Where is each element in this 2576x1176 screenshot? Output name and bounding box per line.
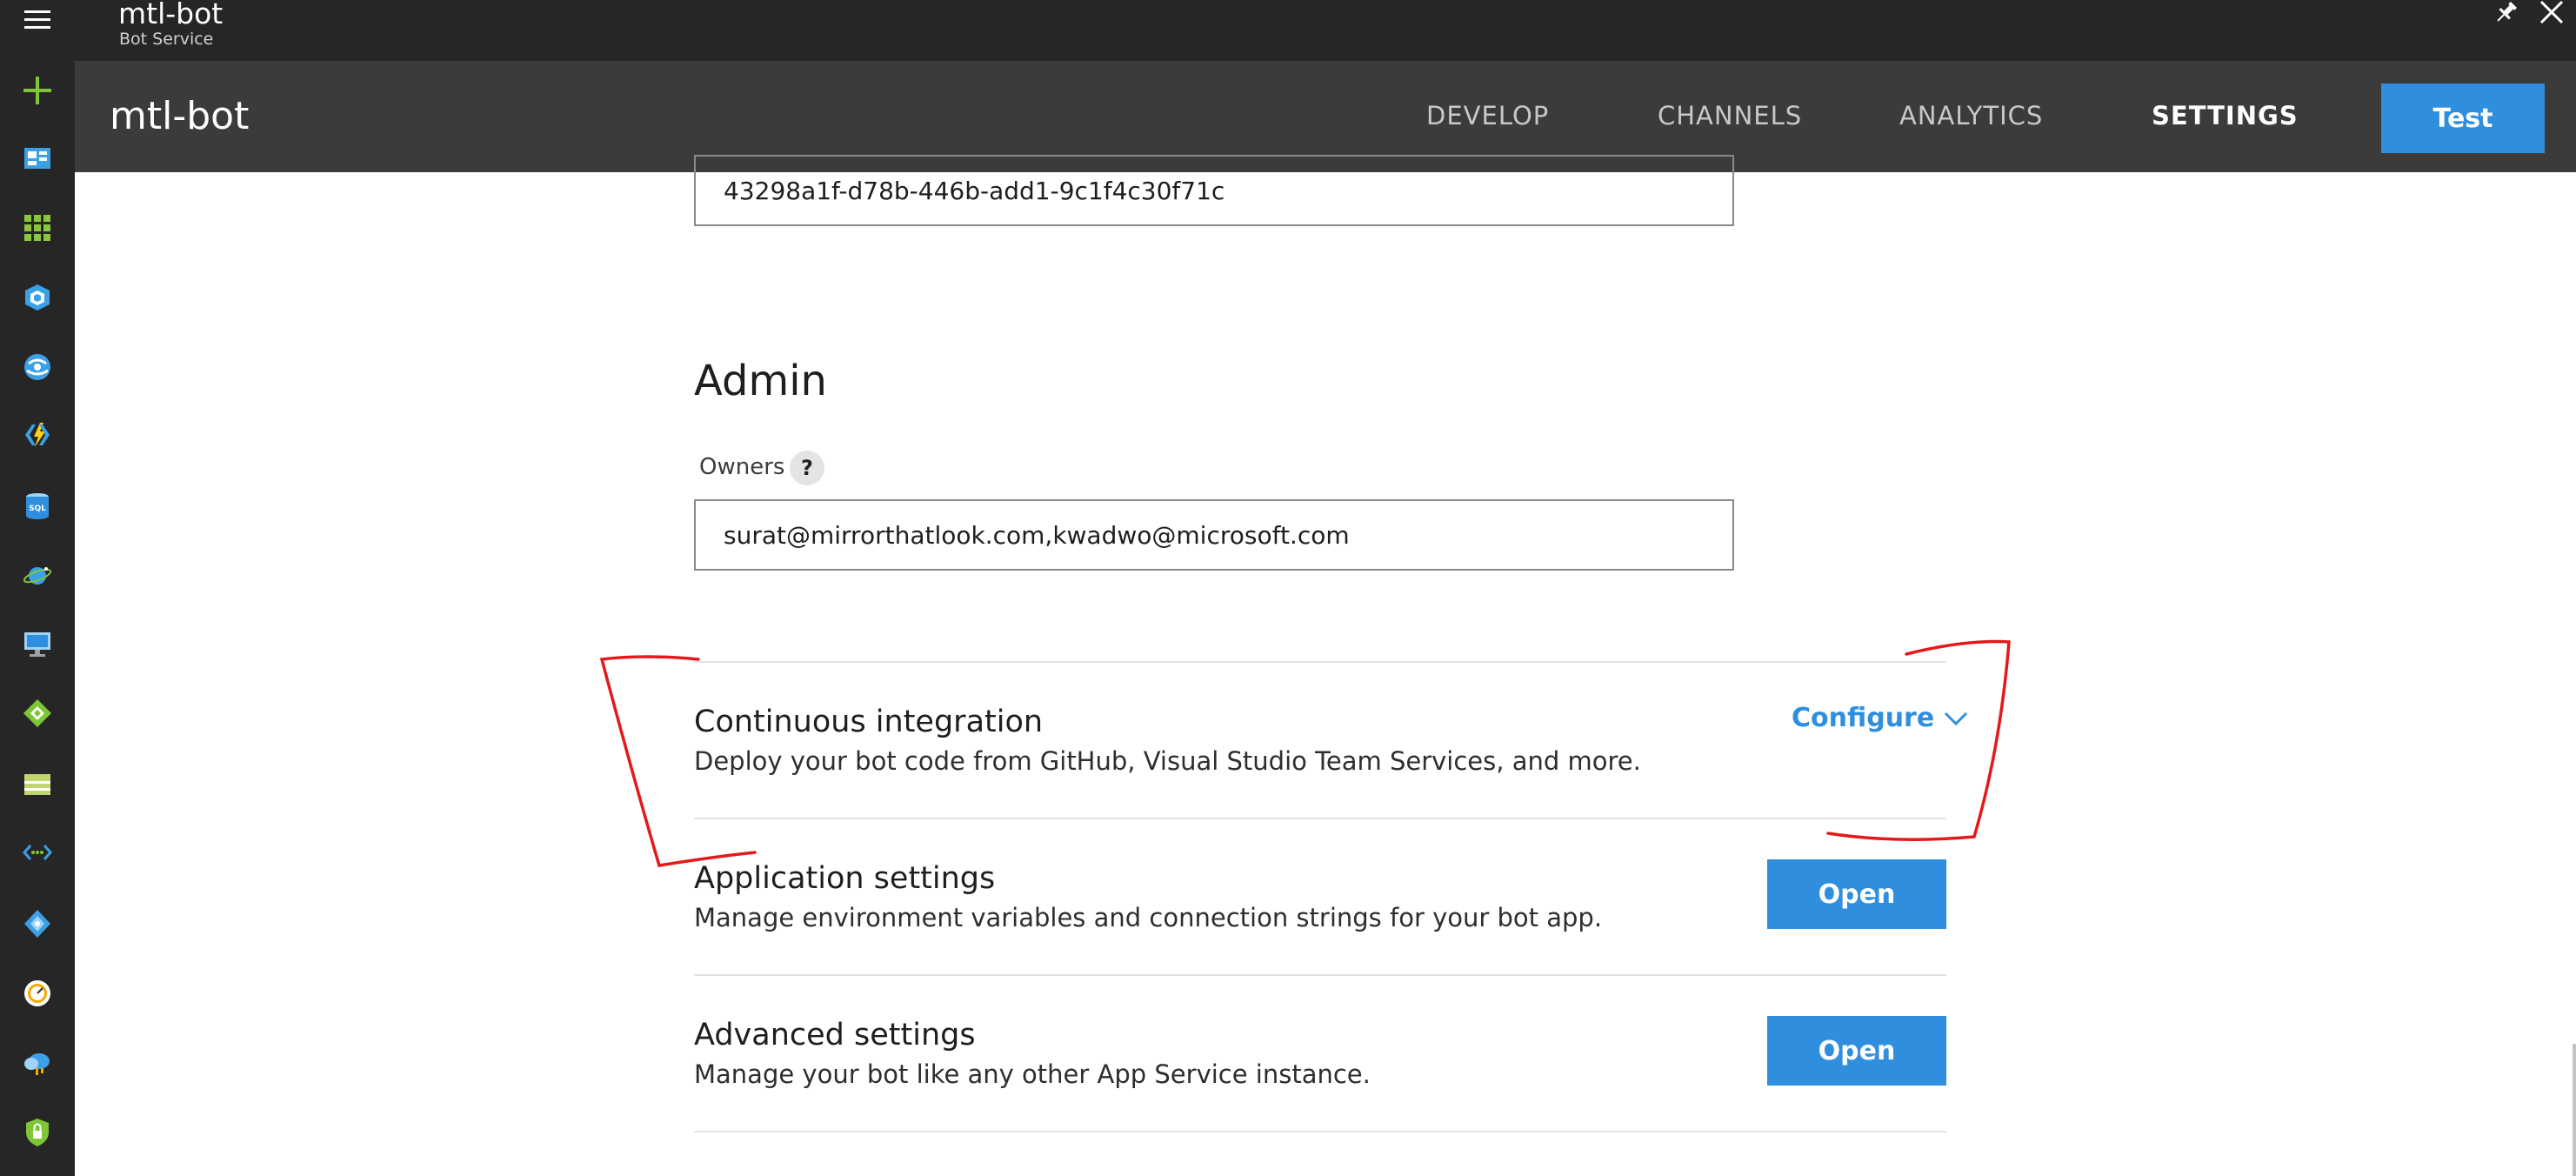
advisor-icon[interactable]	[7, 1037, 68, 1089]
load-balancers-icon[interactable]	[7, 687, 68, 739]
owners-field[interactable]: surat@mirrorthatlook.com,kwadwo@microsof…	[694, 499, 1734, 571]
plus-new-icon[interactable]	[7, 64, 68, 117]
all-resources-icon[interactable]	[7, 202, 68, 254]
virtual-machines-icon[interactable]	[7, 618, 68, 670]
advanced-settings-description: Manage your bot like any other App Servi…	[694, 1059, 1371, 1089]
svg-text:SQL: SQL	[29, 504, 46, 513]
owners-value: surat@mirrorthatlook.com,kwadwo@microsof…	[724, 520, 1350, 550]
app-services-icon[interactable]	[7, 341, 68, 393]
divider	[694, 1131, 1946, 1133]
ci-description: Deploy your bot code from GitHub, Visual…	[694, 746, 1641, 776]
divider	[694, 974, 1946, 976]
close-icon[interactable]	[2536, 0, 2567, 26]
divider	[694, 818, 1946, 819]
sql-databases-icon[interactable]: SQL	[7, 480, 68, 532]
left-sidebar: SQL	[0, 0, 75, 1176]
virtual-networks-icon[interactable]	[7, 826, 68, 879]
blade-subtitle: Bot Service	[119, 30, 214, 49]
tab-analytics[interactable]: ANALYTICS	[1899, 101, 2043, 130]
chevron-down-icon	[1945, 712, 1968, 725]
scrollbar[interactable]	[2573, 1044, 2576, 1176]
pin-icon[interactable]	[2491, 0, 2522, 26]
ci-title: Continuous integration	[694, 705, 1044, 739]
help-icon[interactable]: ?	[790, 451, 824, 485]
tab-settings[interactable]: SETTINGS	[2152, 101, 2299, 130]
owners-label: Owners	[699, 454, 785, 480]
app-id-value: 43298a1f-d78b-446b-add1-9c1f4c30f71c	[724, 176, 1225, 205]
azure-ad-icon[interactable]	[7, 898, 68, 950]
tab-develop[interactable]: DEVELOP	[1426, 101, 1549, 130]
security-center-icon[interactable]	[7, 1106, 68, 1159]
storage-accounts-icon[interactable]	[7, 758, 68, 811]
monitor-icon[interactable]	[7, 967, 68, 1019]
blade-title: mtl-bot	[118, 0, 224, 30]
app-settings-title: Application settings	[694, 861, 996, 896]
dashboard-icon[interactable]	[7, 132, 68, 184]
app-settings-open-button[interactable]: Open	[1767, 859, 1946, 929]
configure-link[interactable]: Configure	[1792, 703, 1969, 733]
app-settings-description: Manage environment variables and connect…	[694, 903, 1603, 932]
advanced-settings-title: Advanced settings	[694, 1018, 976, 1052]
cosmos-db-icon[interactable]	[7, 550, 68, 602]
bot-name: mtl-bot	[110, 94, 250, 138]
admin-section-title: Admin	[694, 357, 827, 405]
blade-title-bar: mtl-bot Bot Service	[75, 0, 2576, 61]
function-apps-icon[interactable]	[7, 409, 68, 461]
app-id-field[interactable]: 43298a1f-d78b-446b-add1-9c1f4c30f71c	[694, 155, 1734, 226]
configure-label: Configure	[1792, 703, 1935, 733]
tab-channels[interactable]: CHANNELS	[1658, 101, 1802, 130]
divider	[694, 661, 1946, 663]
hamburger-menu-icon[interactable]	[7, 0, 68, 45]
advanced-settings-open-button[interactable]: Open	[1767, 1016, 1946, 1086]
test-button[interactable]: Test	[2381, 84, 2545, 153]
resource-groups-icon[interactable]	[7, 271, 68, 324]
settings-content: 43298a1f-d78b-446b-add1-9c1f4c30f71c Adm…	[75, 155, 2576, 1176]
